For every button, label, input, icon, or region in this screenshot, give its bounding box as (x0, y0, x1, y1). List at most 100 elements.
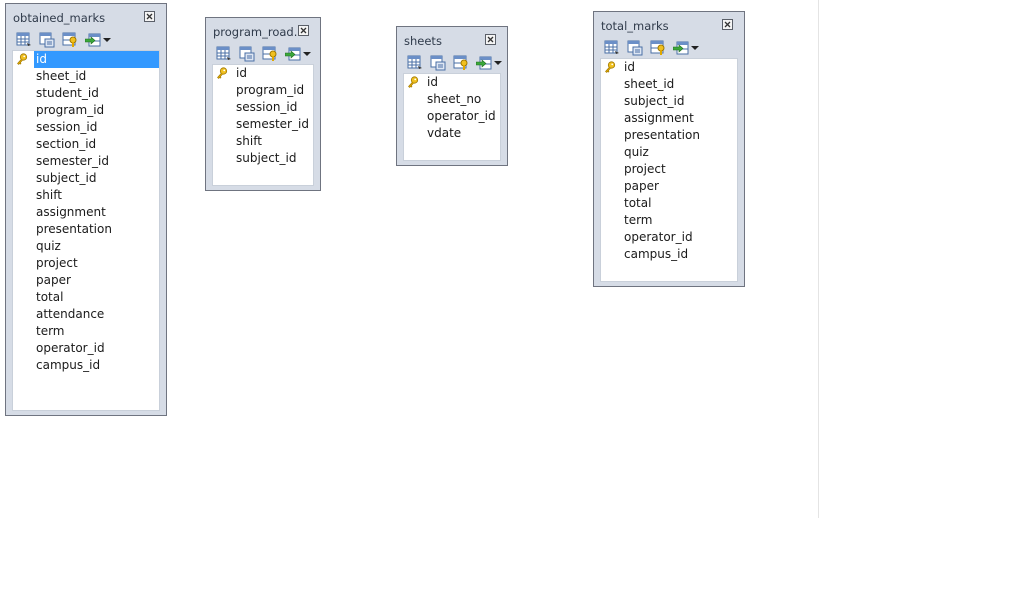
column-row[interactable]: campus_id (601, 246, 737, 263)
column-row[interactable]: operator_id (601, 229, 737, 246)
column-row[interactable]: sheet_no (404, 91, 500, 108)
table-title[interactable]: program_road... (213, 25, 305, 39)
column-name: paper (36, 273, 71, 287)
column-row[interactable]: sheet_id (13, 68, 159, 85)
column-name: presentation (36, 222, 112, 236)
column-name: quiz (624, 145, 649, 159)
column-row[interactable]: id (601, 59, 737, 76)
table-key-icon[interactable] (262, 46, 278, 62)
column-name: presentation (624, 128, 700, 142)
column-row[interactable]: program_id (213, 82, 313, 99)
column-name: shift (236, 134, 262, 148)
column-row[interactable]: semester_id (213, 116, 313, 133)
dropdown-arrow-icon[interactable] (103, 32, 111, 48)
column-row[interactable]: sheet_id (601, 76, 737, 93)
import-icon[interactable] (285, 46, 301, 62)
import-icon[interactable] (476, 55, 492, 71)
table-toolbar (604, 39, 699, 57)
column-name: section_id (36, 137, 97, 151)
close-icon[interactable] (144, 11, 155, 22)
table-grid-icon[interactable] (604, 40, 620, 56)
import-icon[interactable] (673, 40, 689, 56)
column-row[interactable]: project (601, 161, 737, 178)
column-row[interactable]: total (601, 195, 737, 212)
column-row[interactable]: subject_id (601, 93, 737, 110)
column-row[interactable]: paper (13, 272, 159, 289)
column-row[interactable]: quiz (13, 238, 159, 255)
column-row[interactable]: presentation (13, 221, 159, 238)
column-list[interactable]: id sheet_id subject_id assignment presentati… (600, 58, 738, 282)
primary-key-icon (216, 67, 228, 79)
column-row[interactable]: term (13, 323, 159, 340)
table-toolbar (407, 54, 502, 72)
table-properties-icon[interactable] (39, 32, 55, 48)
column-name: term (36, 324, 65, 338)
table-window[interactable]: program_road... id program_id session_id sem… (205, 17, 321, 191)
column-row[interactable]: subject_id (213, 150, 313, 167)
close-icon[interactable] (722, 19, 733, 30)
column-row[interactable]: session_id (13, 119, 159, 136)
table-grid-icon[interactable] (407, 55, 423, 71)
column-row[interactable]: operator_id (13, 340, 159, 357)
column-row[interactable]: session_id (213, 99, 313, 116)
column-row[interactable]: campus_id (13, 357, 159, 374)
column-list[interactable]: id sheet_no operator_id vdate (403, 73, 501, 161)
dropdown-arrow-icon[interactable] (494, 55, 502, 71)
column-row[interactable]: semester_id (13, 153, 159, 170)
column-row[interactable]: total (13, 289, 159, 306)
column-row[interactable]: shift (213, 133, 313, 150)
column-row[interactable]: subject_id (13, 170, 159, 187)
table-grid-icon[interactable] (216, 46, 232, 62)
column-row[interactable]: assignment (601, 110, 737, 127)
table-key-icon[interactable] (650, 40, 666, 56)
import-icon[interactable] (85, 32, 101, 48)
column-row[interactable]: attendance (13, 306, 159, 323)
column-row[interactable]: term (601, 212, 737, 229)
table-grid-icon[interactable] (16, 32, 32, 48)
primary-key-icon (16, 53, 28, 65)
table-window[interactable]: sheets id sheet_no operator_id vdate (396, 26, 508, 166)
column-row[interactable]: student_id (13, 85, 159, 102)
column-row[interactable]: operator_id (404, 108, 500, 125)
table-key-icon[interactable] (62, 32, 78, 48)
column-row[interactable]: assignment (13, 204, 159, 221)
column-name: program_id (236, 83, 305, 97)
table-key-icon[interactable] (453, 55, 469, 71)
column-row[interactable]: section_id (13, 136, 159, 153)
table-window[interactable]: obtained_marksid sheet_id student_idprogra… (5, 3, 167, 416)
column-list[interactable]: id sheet_id student_id program_id session_id… (12, 50, 160, 411)
table-title[interactable]: sheets (404, 34, 442, 48)
column-row[interactable]: paper (601, 178, 737, 195)
table-properties-icon[interactable] (627, 40, 643, 56)
column-name: student_id (36, 86, 99, 100)
table-title[interactable]: total_marks (601, 19, 669, 33)
close-icon[interactable] (485, 34, 496, 45)
column-row[interactable]: shift (13, 187, 159, 204)
primary-key-icon (407, 76, 419, 88)
column-row[interactable]: vdate (404, 125, 500, 142)
column-name: attendance (36, 307, 105, 321)
diagram-canvas[interactable]: obtained_marks id sheet_id student_id progra… (0, 0, 1018, 595)
column-row[interactable]: presentation (601, 127, 737, 144)
column-name: subject_id (236, 151, 297, 165)
column-name: sheet_no (427, 92, 482, 106)
column-row[interactable]: id (404, 74, 500, 91)
column-list[interactable]: id program_id session_id semester_id shift su… (212, 64, 314, 186)
column-name: paper (624, 179, 659, 193)
column-row[interactable]: id (13, 51, 159, 68)
table-window[interactable]: total_marks id sheet_id subject_id assignmen… (593, 11, 745, 287)
table-properties-icon[interactable] (430, 55, 446, 71)
table-title[interactable]: obtained_marks (13, 11, 105, 25)
dropdown-arrow-icon[interactable] (303, 46, 311, 62)
column-row[interactable]: quiz (601, 144, 737, 161)
column-name: operator_id (36, 341, 105, 355)
column-row[interactable]: program_id (13, 102, 159, 119)
column-row[interactable]: id (213, 65, 313, 82)
column-name: subject_id (36, 171, 97, 185)
column-name: project (36, 256, 78, 270)
close-icon[interactable] (298, 25, 309, 36)
column-row[interactable]: project (13, 255, 159, 272)
column-name: program_id (36, 103, 105, 117)
table-properties-icon[interactable] (239, 46, 255, 62)
dropdown-arrow-icon[interactable] (691, 40, 699, 56)
